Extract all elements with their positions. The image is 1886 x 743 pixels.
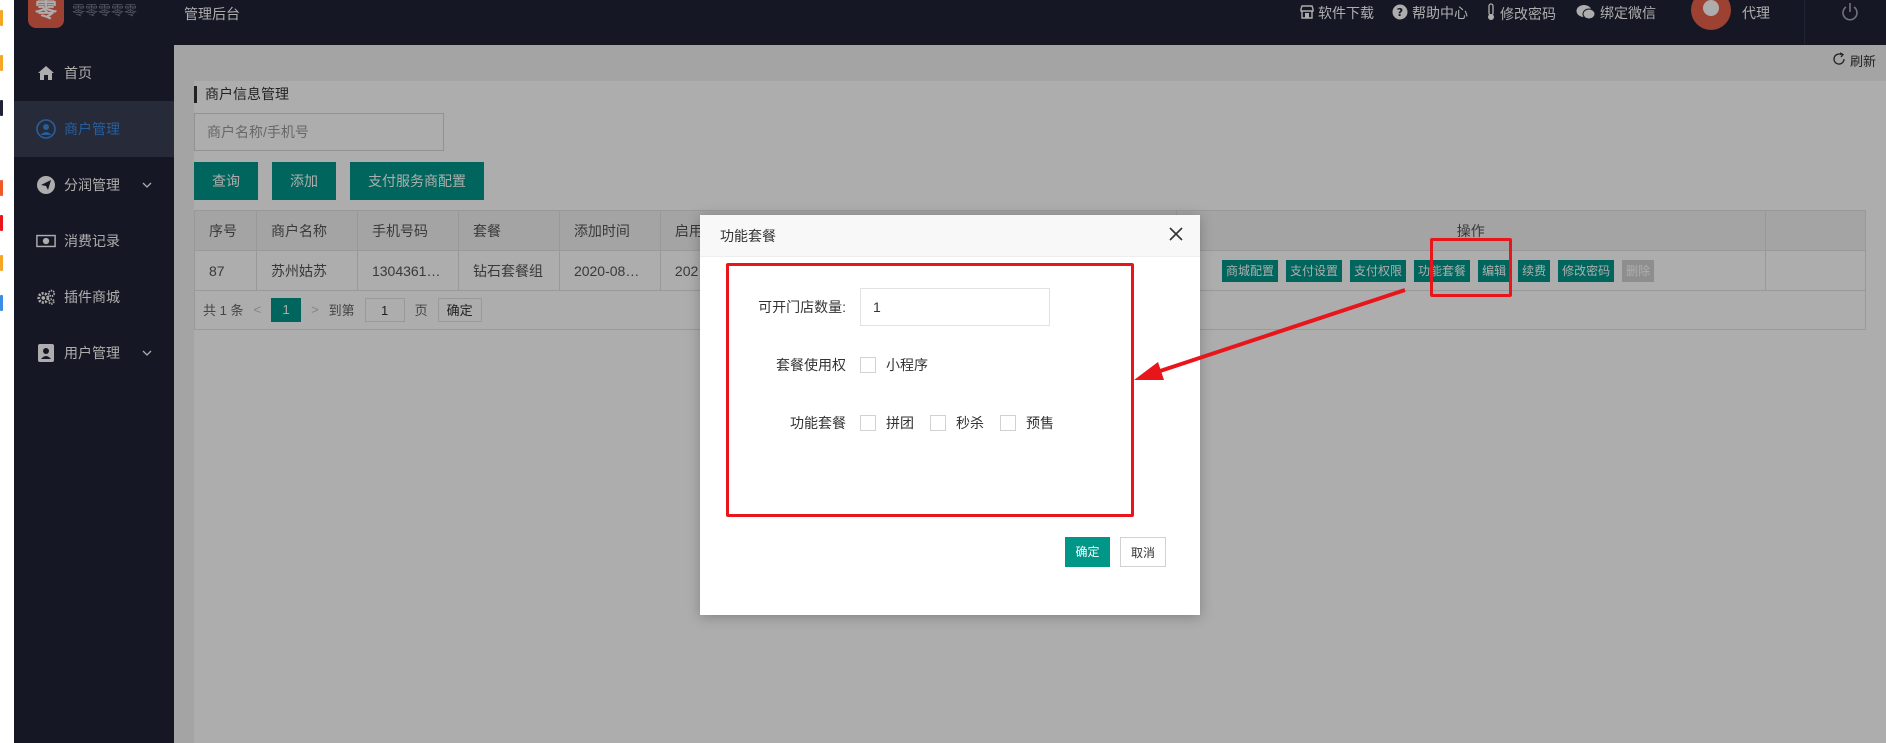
annotation-arrow	[1134, 288, 1406, 380]
